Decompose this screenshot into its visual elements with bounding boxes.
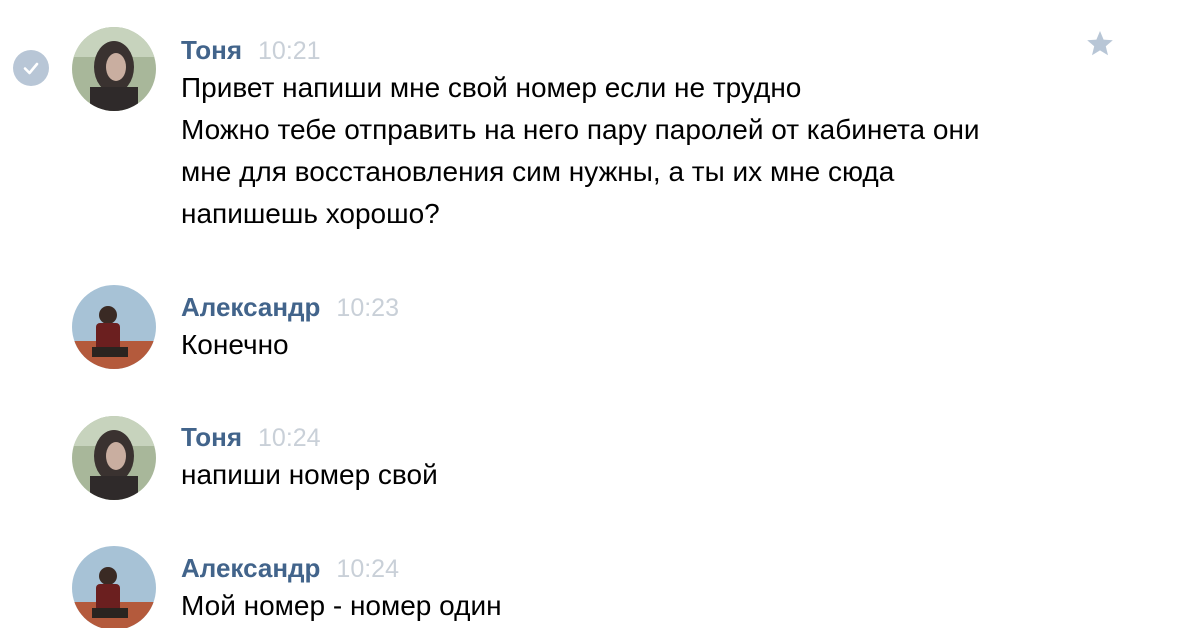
- chat-history: Тоня 10:21 Привет напиши мне свой номер …: [0, 0, 1200, 628]
- message-line: Мой номер - номер один: [181, 590, 502, 621]
- message-item[interactable]: Тоня 10:24 напиши номер свой: [0, 392, 1200, 523]
- message-time[interactable]: 10:21: [258, 37, 321, 66]
- avatar[interactable]: [72, 546, 156, 628]
- author-name[interactable]: Александр: [181, 292, 320, 323]
- message-item[interactable]: Тоня 10:21 Привет напиши мне свой номер …: [0, 0, 1200, 262]
- author-name[interactable]: Тоня: [181, 35, 242, 66]
- message-line: напиши номер свой: [181, 459, 438, 490]
- message-line: Конечно: [181, 329, 289, 360]
- avatar[interactable]: [72, 27, 156, 111]
- message-text: Привет напиши мне свой номер если не тру…: [181, 67, 980, 235]
- message-line: Можно тебе отправить на него пару пароле…: [181, 114, 980, 145]
- message-line: мне для восстановления сим нужны, а ты и…: [181, 156, 895, 187]
- avatar[interactable]: [72, 416, 156, 500]
- message-item[interactable]: Александр 10:23 Конечно: [0, 262, 1200, 392]
- check-circle-icon[interactable]: [13, 50, 49, 86]
- message-text: напиши номер свой: [181, 454, 438, 496]
- message-time[interactable]: 10:24: [258, 424, 321, 453]
- author-name[interactable]: Александр: [181, 553, 320, 584]
- message-line: напишешь хорошо?: [181, 198, 440, 229]
- message-line: Привет напиши мне свой номер если не тру…: [181, 72, 802, 103]
- message-time[interactable]: 10:24: [336, 555, 399, 584]
- avatar[interactable]: [72, 285, 156, 369]
- author-name[interactable]: Тоня: [181, 422, 242, 453]
- message-item[interactable]: Александр 10:24 Мой номер - номер один: [0, 523, 1200, 628]
- message-text: Мой номер - номер один: [181, 585, 502, 627]
- message-text: Конечно: [181, 324, 289, 366]
- message-time[interactable]: 10:23: [336, 294, 399, 323]
- star-icon[interactable]: [1084, 28, 1116, 60]
